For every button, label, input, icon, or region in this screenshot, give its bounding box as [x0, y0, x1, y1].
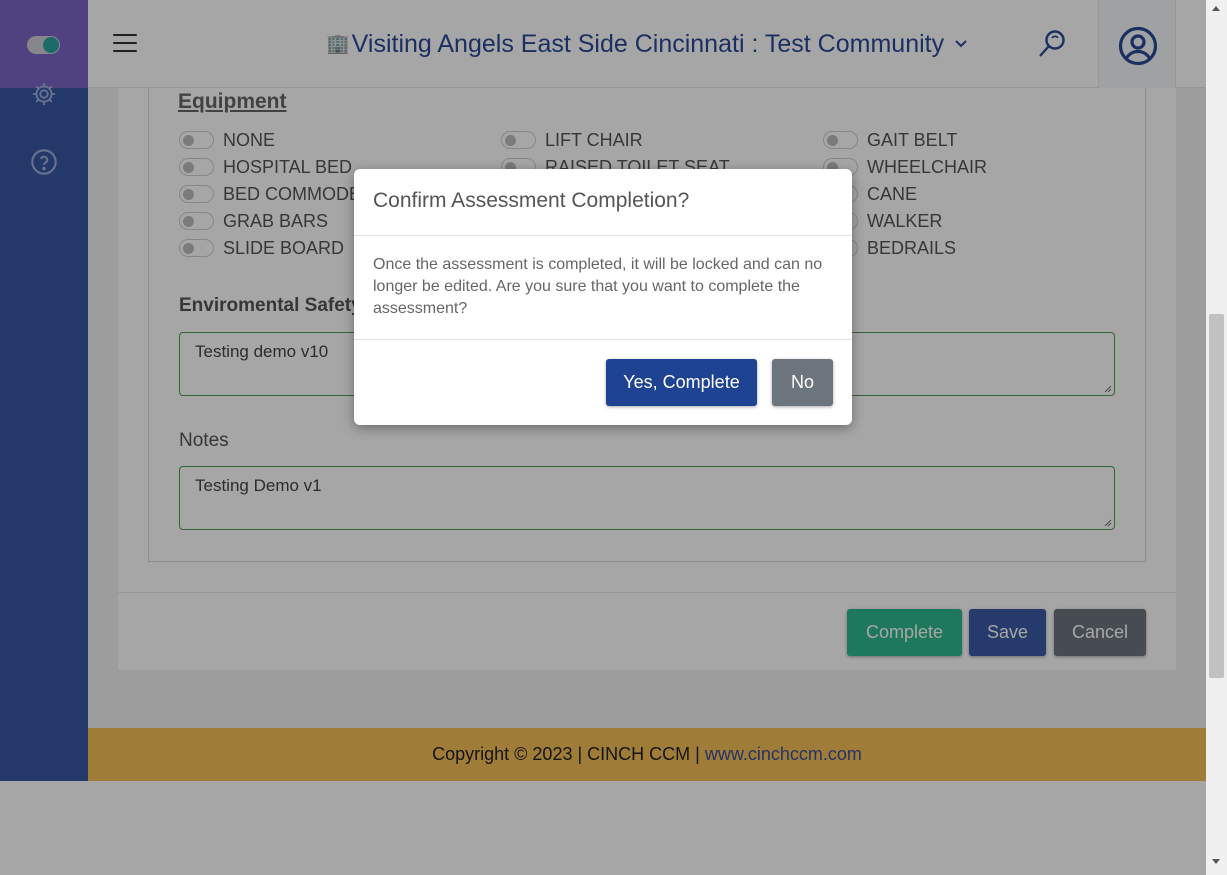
confirm-dialog: Confirm Assessment Completion? Once the … [354, 169, 852, 425]
dialog-message: Once the assessment is completed, it wil… [354, 236, 852, 340]
confirm-complete-button[interactable]: Yes, Complete [606, 359, 757, 406]
dialog-title: Confirm Assessment Completion? [354, 169, 852, 236]
scroll-down-icon[interactable] [1212, 859, 1220, 864]
scrollbar-thumb[interactable] [1209, 314, 1224, 678]
dialog-footer: Yes, Complete No [354, 340, 852, 425]
deny-button[interactable]: No [772, 359, 833, 406]
modal-backdrop[interactable] [0, 0, 1206, 875]
scroll-up-icon[interactable] [1212, 6, 1220, 11]
page-scrollbar[interactable] [1206, 0, 1227, 875]
